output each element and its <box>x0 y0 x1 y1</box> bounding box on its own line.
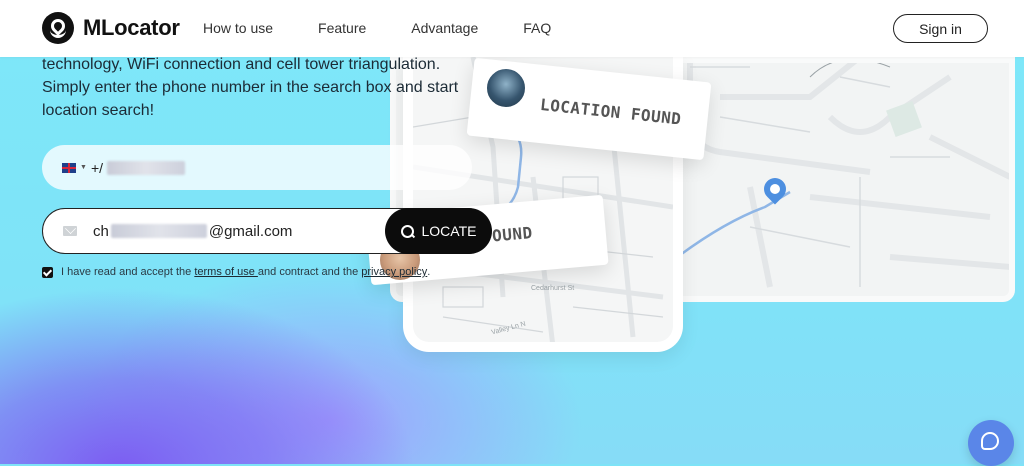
street-label: Cedarhurst St <box>531 285 575 292</box>
nav-how-to-use[interactable]: How to use <box>203 20 273 36</box>
brand-logo[interactable]: MLocator <box>42 12 180 44</box>
email-value-end: @gmail.com <box>208 222 293 240</box>
email-value-start: ch <box>93 222 109 240</box>
nav-advantage[interactable]: Advantage <box>411 20 478 36</box>
consent-text: and contract and the <box>257 266 362 278</box>
redacted-email <box>110 224 207 238</box>
consent-checkbox[interactable] <box>42 266 53 278</box>
mlocator-logo-icon <box>42 12 74 44</box>
privacy-policy-link[interactable]: privacy policy <box>361 266 427 278</box>
chat-icon <box>981 432 999 450</box>
sign-in-button[interactable]: Sign in <box>893 14 988 43</box>
location-found-text: LOCATION FOUND <box>539 94 683 129</box>
phone-prefix: +/ <box>90 159 104 176</box>
nav-faq[interactable]: FAQ <box>523 20 551 36</box>
chevron-down-icon[interactable]: ▼ <box>80 164 87 171</box>
mail-icon <box>63 226 77 236</box>
chat-support-button[interactable] <box>968 420 1014 466</box>
redacted-phone-number <box>107 160 186 175</box>
avatar <box>485 67 527 109</box>
consent-text: I have read and accept the <box>61 266 195 278</box>
flag-uk-icon[interactable] <box>62 162 76 173</box>
phone-number-input[interactable]: ▼ +/ <box>42 145 472 190</box>
consent-row: I have read and accept the terms of use … <box>42 266 430 278</box>
consent-text: . <box>427 266 431 278</box>
search-icon <box>400 224 414 238</box>
locate-label: LOCATE <box>421 223 477 239</box>
brand-name: MLocator <box>83 15 180 40</box>
terms-of-use-link[interactable]: terms of use <box>194 266 258 278</box>
hero-description: technology, WiFi connection and cell tow… <box>42 56 459 119</box>
locate-button[interactable]: LOCATE <box>385 208 492 254</box>
main-nav: How to use Feature Advantage FAQ <box>203 20 596 36</box>
nav-feature[interactable]: Feature <box>318 20 366 36</box>
top-navbar: MLocator How to use Feature Advantage FA… <box>0 0 1024 57</box>
